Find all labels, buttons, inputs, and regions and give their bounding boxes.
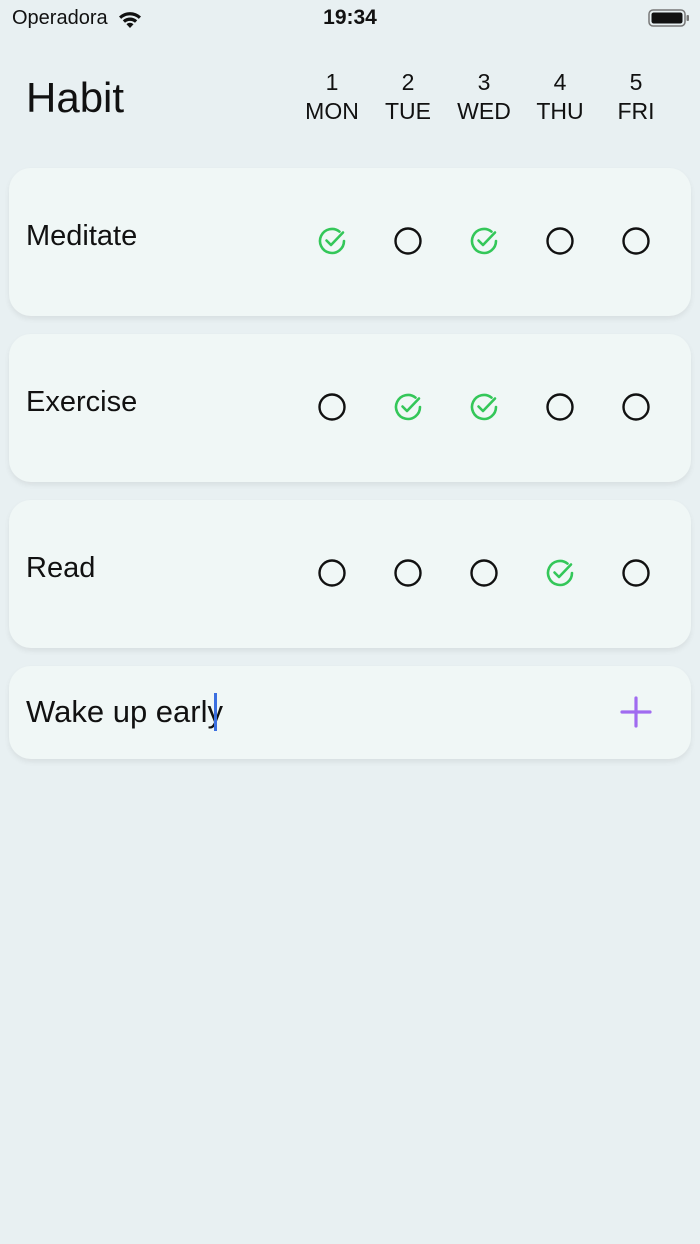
day-header-wed: 3 WED: [446, 68, 522, 126]
habit-day-toggle[interactable]: [621, 392, 651, 422]
text-caret: [214, 693, 217, 731]
habit-day-toggle[interactable]: [317, 558, 347, 588]
add-habit-button[interactable]: [619, 695, 653, 729]
habit-day-toggle[interactable]: [393, 392, 423, 422]
day-header-mon: 1 MON: [294, 68, 370, 126]
habit-name: Read: [26, 552, 96, 584]
check-circle-icon: [546, 559, 574, 587]
habit-day-toggle[interactable]: [393, 226, 423, 256]
empty-circle-icon: [546, 227, 574, 255]
empty-circle-icon: [318, 393, 346, 421]
clock: 19:34: [323, 6, 377, 29]
habit-day-toggle[interactable]: [469, 558, 499, 588]
habit-day-toggle[interactable]: [317, 392, 347, 422]
new-habit-card: [9, 666, 691, 759]
header: Habit 1 MON 2 TUE 3 WED 4 THU 5 FRI: [0, 60, 700, 140]
day-number: 4: [553, 69, 567, 95]
habit-card-exercise: Exercise: [9, 334, 691, 482]
day-number: 5: [629, 69, 643, 95]
empty-circle-icon: [470, 559, 498, 587]
empty-circle-icon: [394, 559, 422, 587]
check-circle-icon: [470, 393, 498, 421]
check-circle-icon: [394, 393, 422, 421]
habit-name: Meditate: [26, 220, 138, 252]
empty-circle-icon: [622, 393, 650, 421]
habit-day-toggle[interactable]: [545, 558, 575, 588]
day-header-fri: 5 FRI: [598, 68, 674, 126]
habit-day-toggle[interactable]: [545, 226, 575, 256]
day-header-tue: 2 TUE: [370, 68, 446, 126]
day-header-thu: 4 THU: [522, 68, 598, 126]
habit-day-toggle[interactable]: [545, 392, 575, 422]
page-title: Habit: [26, 74, 125, 121]
empty-circle-icon: [546, 393, 574, 421]
empty-circle-icon: [394, 227, 422, 255]
day-number: 2: [401, 69, 415, 95]
habit-card-meditate: Meditate: [9, 168, 691, 316]
day-number: 1: [325, 69, 339, 95]
day-label: FRI: [617, 98, 655, 124]
habit-day-toggle[interactable]: [469, 226, 499, 256]
battery-icon: [648, 9, 689, 27]
empty-circle-icon: [622, 227, 650, 255]
habit-card-read: Read: [9, 500, 691, 648]
day-label: MON: [305, 98, 359, 124]
check-circle-icon: [318, 227, 346, 255]
empty-circle-icon: [622, 559, 650, 587]
day-label: TUE: [385, 98, 431, 124]
day-number: 3: [477, 69, 491, 95]
plus-icon: [620, 696, 652, 728]
new-habit-input[interactable]: [26, 690, 586, 734]
empty-circle-icon: [318, 559, 346, 587]
day-label: THU: [536, 98, 584, 124]
check-circle-icon: [470, 227, 498, 255]
habit-day-toggle[interactable]: [317, 226, 347, 256]
habit-day-toggle[interactable]: [621, 226, 651, 256]
habit-day-toggle[interactable]: [621, 558, 651, 588]
habit-day-toggle[interactable]: [393, 558, 423, 588]
status-bar: Operadora 19:34: [0, 0, 700, 40]
day-label: WED: [457, 98, 511, 124]
habit-name: Exercise: [26, 386, 138, 418]
habit-day-toggle[interactable]: [469, 392, 499, 422]
